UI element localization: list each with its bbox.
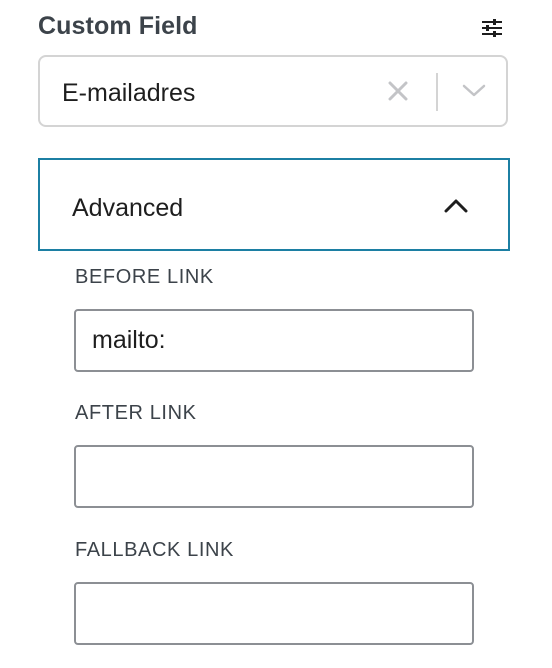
close-icon bbox=[388, 81, 408, 101]
fallback-link-label: FALLBACK LINK bbox=[75, 539, 234, 561]
clear-selection-button[interactable] bbox=[380, 73, 416, 109]
before-link-input[interactable] bbox=[74, 309, 474, 372]
dropdown-toggle-button[interactable] bbox=[454, 73, 494, 109]
sliders-icon bbox=[482, 19, 502, 37]
fallback-link-input[interactable] bbox=[74, 582, 474, 645]
advanced-panel-toggle[interactable]: Advanced bbox=[38, 158, 510, 251]
custom-field-select[interactable]: E-mailadres bbox=[38, 55, 508, 127]
select-value: E-mailadres bbox=[62, 79, 196, 107]
select-separator bbox=[436, 73, 438, 111]
panel-title: Custom Field bbox=[38, 12, 198, 40]
advanced-label: Advanced bbox=[72, 194, 184, 222]
chevron-down-icon bbox=[462, 84, 486, 97]
settings-button[interactable] bbox=[474, 10, 510, 46]
collapse-button[interactable] bbox=[440, 190, 472, 222]
after-link-label: AFTER LINK bbox=[75, 402, 197, 424]
before-link-label: BEFORE LINK bbox=[75, 266, 214, 288]
chevron-up-icon bbox=[444, 199, 468, 213]
panel-header: Custom Field bbox=[38, 10, 510, 46]
after-link-input[interactable] bbox=[74, 445, 474, 508]
